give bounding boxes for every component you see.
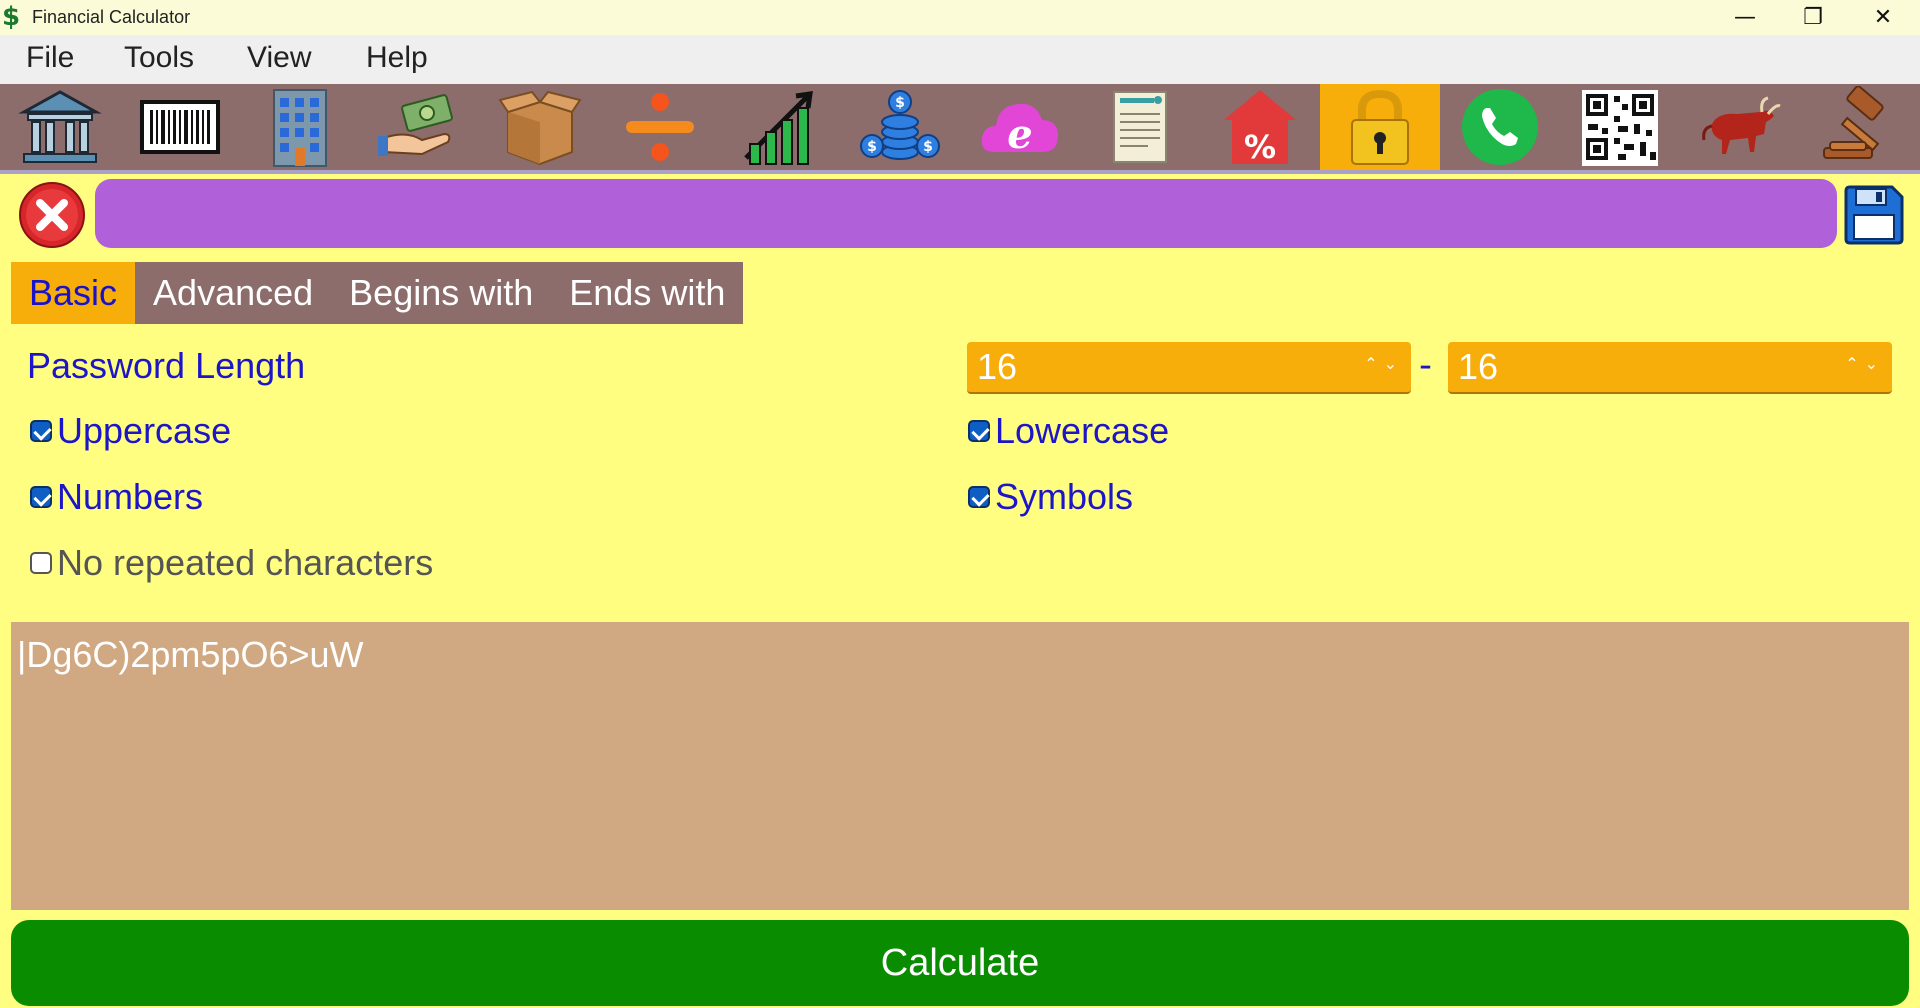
toolbar-growth-button[interactable]: [720, 84, 840, 170]
toolbar-coins-button[interactable]: $ $ $: [840, 84, 960, 170]
toolbar-bank-button[interactable]: [0, 84, 120, 170]
toolbar-bull-button[interactable]: [1680, 84, 1800, 170]
save-button[interactable]: [1842, 183, 1906, 247]
title-bar: $ Financial Calculator — ❐ ✕: [0, 0, 1920, 35]
menu-bar: File Tools View Help: [0, 35, 1920, 84]
toolbar-browser-button[interactable]: e: [960, 84, 1080, 170]
uppercase-checkbox[interactable]: [30, 420, 52, 442]
browser-cloud-icon: e: [981, 103, 1058, 158]
close-icon: ✕: [1873, 5, 1893, 30]
barcode-icon: [140, 100, 220, 154]
toolbar-box-button[interactable]: [480, 84, 600, 170]
lowercase-checkbox[interactable]: [968, 420, 990, 442]
length-min-value: 16: [977, 346, 1018, 387]
svg-text:$: $: [895, 95, 905, 111]
password-length-label: Password Length: [27, 345, 306, 386]
dollar-app-icon: $: [2, 2, 21, 32]
svg-text:$: $: [867, 139, 877, 155]
svg-text:%: %: [1244, 128, 1276, 166]
tab-basic[interactable]: Basic: [11, 262, 136, 324]
restore-button[interactable]: ❐: [1778, 0, 1848, 35]
tab-advanced[interactable]: Advanced: [135, 262, 331, 324]
toolbar-percent-button[interactable]: %: [1200, 84, 1320, 170]
address-bar[interactable]: [95, 179, 1837, 248]
toolbar-password-button[interactable]: [1320, 84, 1440, 170]
tab-bar: Basic Advanced Begins with Ends with: [11, 262, 744, 324]
growth-chart-icon: [744, 91, 813, 165]
numbers-option[interactable]: Numbers: [30, 476, 203, 518]
calculate-button[interactable]: Calculate: [11, 920, 1909, 1006]
coins-icon: $ $ $: [860, 90, 940, 160]
lowercase-option[interactable]: Lowercase: [968, 410, 1169, 452]
symbols-label: Symbols: [995, 476, 1134, 517]
divide-icon: [626, 93, 694, 161]
symbols-checkbox[interactable]: [968, 486, 990, 508]
toolbar: $ $ $ e %: [0, 84, 1920, 174]
generated-password: |Dg6C)2pm5pO6>uW: [17, 634, 364, 675]
tab-begins-with[interactable]: Begins with: [331, 262, 551, 324]
spin-arrows-icon[interactable]: ⌃⌄: [1845, 354, 1884, 373]
toolbar-qr-button[interactable]: [1560, 84, 1680, 170]
symbols-option[interactable]: Symbols: [968, 476, 1133, 518]
money-hand-icon: [378, 94, 453, 156]
toolbar-money-button[interactable]: [360, 84, 480, 170]
qr-code-icon: [1582, 90, 1658, 166]
toolbar-building-button[interactable]: [240, 84, 360, 170]
svg-text:$: $: [923, 139, 933, 155]
uppercase-option[interactable]: Uppercase: [30, 410, 231, 452]
clear-button[interactable]: [18, 181, 86, 249]
tab-ends-with[interactable]: Ends with: [551, 262, 743, 324]
length-min-stepper[interactable]: 16 ⌃⌄: [967, 342, 1411, 394]
menu-file[interactable]: File: [26, 41, 74, 75]
lowercase-label: Lowercase: [995, 410, 1170, 451]
phone-icon: [1462, 89, 1538, 165]
menu-help[interactable]: Help: [366, 41, 428, 75]
minimize-button[interactable]: —: [1710, 0, 1780, 35]
lock-icon: [1351, 89, 1409, 165]
toolbar-barcode-button[interactable]: [120, 84, 240, 170]
window-title: Financial Calculator: [32, 7, 191, 27]
length-max-stepper[interactable]: 16 ⌃⌄: [1448, 342, 1892, 394]
no-repeat-checkbox[interactable]: [30, 552, 52, 574]
building-icon: [273, 89, 327, 167]
menu-tools[interactable]: Tools: [124, 41, 194, 75]
no-repeat-option[interactable]: No repeated characters: [30, 542, 433, 584]
bull-icon: [1702, 96, 1781, 154]
range-separator: -: [1419, 345, 1432, 386]
numbers-checkbox[interactable]: [30, 486, 52, 508]
toolbar-auction-button[interactable]: [1800, 84, 1920, 170]
toolbar-invoice-button[interactable]: [1080, 84, 1200, 170]
bank-icon: [18, 90, 102, 163]
numbers-label: Numbers: [57, 476, 204, 517]
percent-house-icon: %: [1224, 90, 1296, 166]
box-icon: [498, 90, 582, 166]
close-circle-icon: [19, 182, 85, 248]
restore-icon: ❐: [1803, 5, 1823, 30]
close-window-button[interactable]: ✕: [1848, 0, 1918, 35]
password-output[interactable]: |Dg6C)2pm5pO6>uW: [11, 622, 1909, 910]
svg-text:e: e: [1007, 111, 1032, 158]
floppy-disk-icon: [1844, 185, 1904, 245]
spin-arrows-icon[interactable]: ⌃⌄: [1364, 354, 1403, 373]
gavel-icon: [1823, 86, 1884, 159]
no-repeat-label: No repeated characters: [57, 542, 434, 583]
toolbar-phone-button[interactable]: [1440, 84, 1560, 170]
menu-view[interactable]: View: [247, 41, 311, 75]
uppercase-label: Uppercase: [57, 410, 232, 451]
minimize-icon: —: [1734, 5, 1756, 30]
length-max-value: 16: [1458, 346, 1499, 387]
toolbar-divide-button[interactable]: [600, 84, 720, 170]
invoice-icon: [1113, 91, 1167, 163]
